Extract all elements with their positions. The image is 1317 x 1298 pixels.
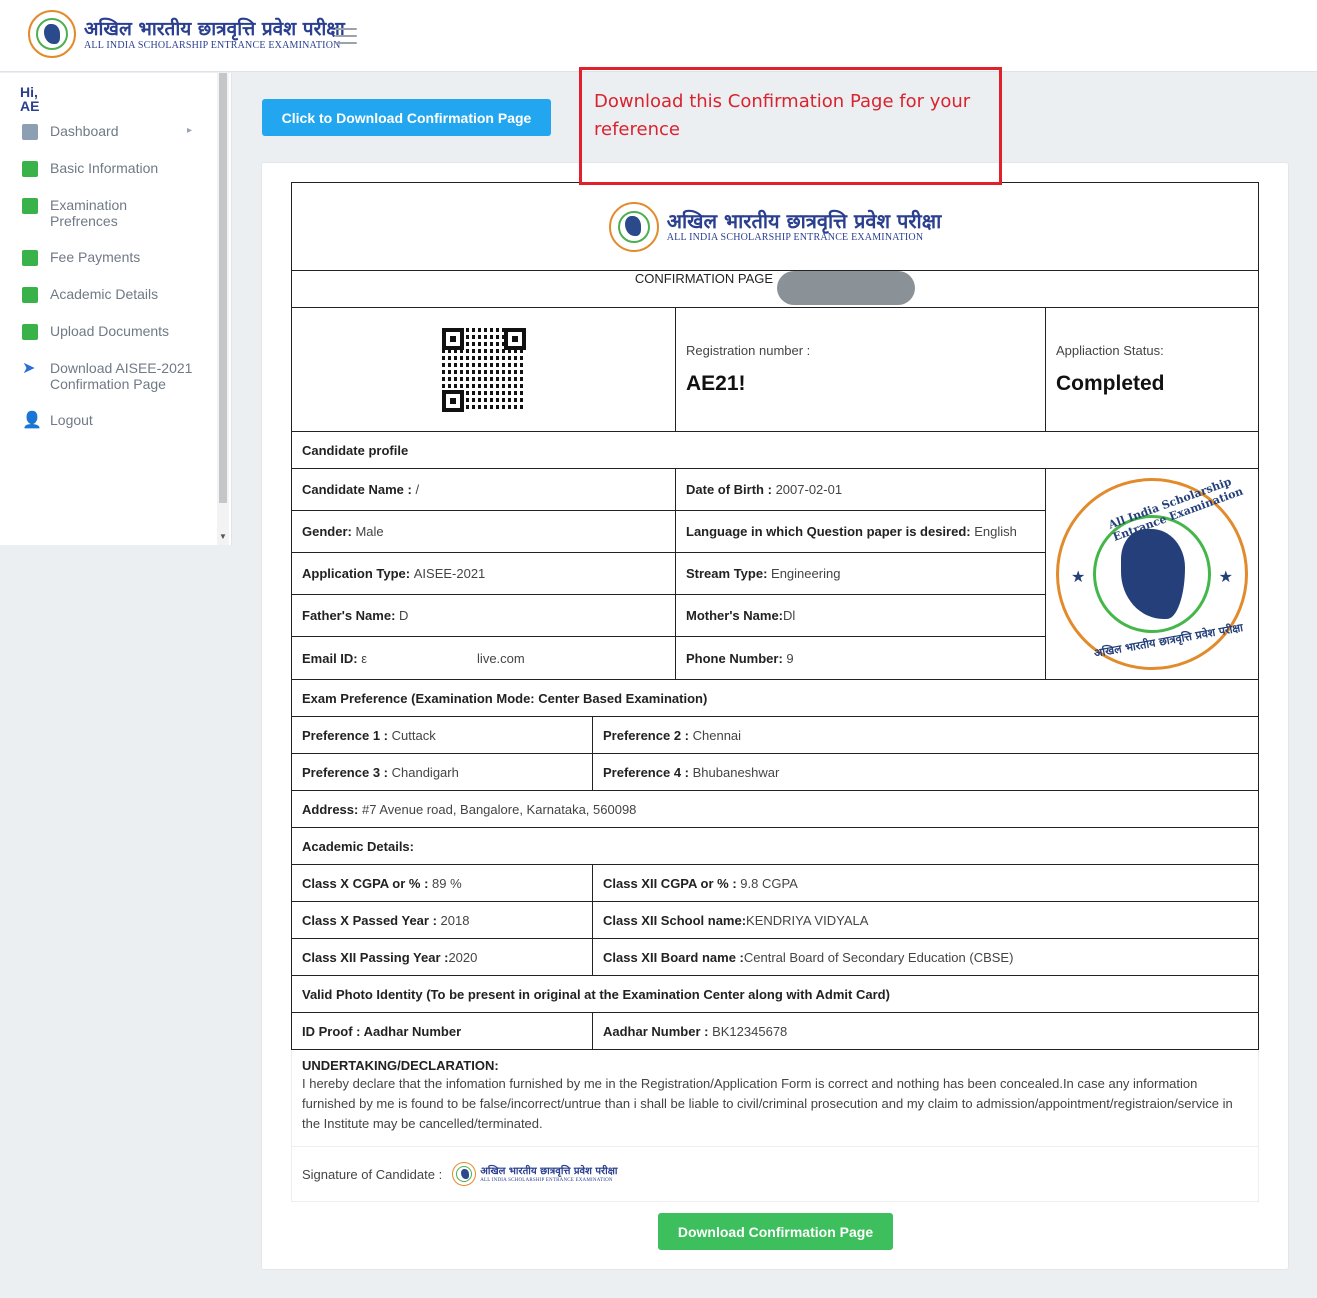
star-icon: ★ xyxy=(1218,569,1233,586)
sidebar-item-fee-payments[interactable]: Fee Payments xyxy=(22,249,212,286)
profile-row: Application Type: AISEE-2021 Stream Type… xyxy=(292,553,1046,595)
sidebar-item-upload-documents[interactable]: Upload Documents xyxy=(22,323,212,360)
download-confirmation-button-top[interactable]: Click to Download Confirmation Page xyxy=(262,99,551,136)
annotation-callout: Download this Confirmation Page for your… xyxy=(579,67,1002,185)
sidebar-item-label: Download AISEE-2021 Confirmation Page xyxy=(50,360,193,392)
candidate-profile: Candidate Name : / Date of Birth : 2007-… xyxy=(291,469,1259,680)
academic-details-heading: Academic Details: xyxy=(291,828,1259,865)
sidebar-nav: Dashboard ▸ Basic Information Examinatio… xyxy=(22,123,212,449)
qr-code-icon xyxy=(441,327,526,412)
sidebar-item-label: Academic Details xyxy=(50,286,159,302)
paper-plane-icon: ➤ xyxy=(22,360,36,377)
site-logo[interactable]: अखिल भारतीय छात्रवृत्ति प्रवेश परीक्षा A… xyxy=(28,10,345,58)
square-icon xyxy=(22,161,38,177)
square-icon xyxy=(22,250,38,266)
square-icon xyxy=(22,324,38,340)
download-confirmation-button-bottom[interactable]: Download Confirmation Page xyxy=(658,1213,893,1250)
profile-row: Candidate Name : / Date of Birth : 2007-… xyxy=(292,469,1046,511)
sidebar: Hi, AE Dashboard ▸ Basic Information Exa… xyxy=(0,73,232,545)
redacted-block xyxy=(777,271,916,305)
emblem-icon xyxy=(28,10,76,58)
sidebar-item-label: Examination Prefrences xyxy=(50,197,128,229)
brand-title-english: ALL INDIA SCHOLARSHIP ENTRANCE EXAMINATI… xyxy=(84,39,341,51)
academic-row: Class X Passed Year : 2018 Class XII Sch… xyxy=(291,902,1259,939)
academic-row: Class X CGPA or % : 89 % Class XII CGPA … xyxy=(291,865,1259,902)
declaration-title: UNDERTAKING/DECLARATION: xyxy=(302,1058,499,1073)
scroll-down-icon[interactable]: ▼ xyxy=(219,532,227,541)
signature-emblem-icon xyxy=(452,1162,477,1186)
academic-row: Class XII Passing Year :2020 Class XII B… xyxy=(291,939,1259,976)
declaration: UNDERTAKING/DECLARATION: I hereby declar… xyxy=(291,1050,1259,1146)
sidebar-item-label: Basic Information xyxy=(50,160,159,176)
square-icon xyxy=(22,287,38,303)
menu-toggle-icon[interactable] xyxy=(335,28,357,44)
signature-row: Signature of Candidate : अखिल भारतीय छात… xyxy=(291,1146,1259,1202)
profile-row: Gender: Male Language in which Question … xyxy=(292,511,1046,553)
doc-brand-english: ALL INDIA SCHOLARSHIP ENTRANCE EXAMINATI… xyxy=(666,232,924,243)
address-row: Address: #7 Avenue road, Bangalore, Karn… xyxy=(291,791,1259,828)
signature-label: Signature of Candidate : xyxy=(302,1166,443,1182)
chevron-right-icon: ▸ xyxy=(186,125,192,136)
registration-number-label: Registration number : xyxy=(686,343,811,358)
star-icon: ★ xyxy=(1071,569,1086,586)
declaration-text: I hereby declare that the infomation fur… xyxy=(302,1076,1233,1131)
top-header: अखिल भारतीय छात्रवृत्ति प्रवेश परीक्षा A… xyxy=(0,0,1317,72)
scholarship-seal: ★ ★ All India Scholarship Entrance Exami… xyxy=(1056,475,1248,670)
sidebar-item-label: Logout xyxy=(50,412,93,428)
confirmation-page-heading: CONFIRMATION PAGE xyxy=(291,271,1259,308)
application-status-cell: Appliaction Status: Completed xyxy=(1046,308,1258,431)
exam-preference-heading: Exam Preference (Examination Mode: Cente… xyxy=(291,680,1259,717)
user-greeting: Hi, AE xyxy=(20,84,40,114)
sidebar-item-logout[interactable]: 👤 Logout xyxy=(22,412,212,449)
sidebar-item-examination-prefrences[interactable]: Examination Prefrences xyxy=(22,197,142,249)
application-status-label: Appliaction Status: xyxy=(1056,343,1164,358)
confirmation-document: अखिल भारतीय छात्रवृत्ति प्रवेश परीक्षा A… xyxy=(291,182,1259,1202)
dashboard-icon xyxy=(22,124,38,140)
doc-brand-hindi: अखिल भारतीय छात्रवृत्ति प्रवेश परीक्षा xyxy=(666,209,942,233)
photo-identity-heading: Valid Photo Identity (To be present in o… xyxy=(291,976,1259,1013)
sidebar-scrollbar[interactable]: ▼ xyxy=(217,73,229,545)
sidebar-item-academic-details[interactable]: Academic Details xyxy=(22,286,212,323)
document-header: अखिल भारतीय छात्रवृत्ति प्रवेश परीक्षा A… xyxy=(291,182,1259,271)
sidebar-item-label: Upload Documents xyxy=(50,323,170,339)
application-status-value: Completed xyxy=(1056,372,1165,395)
preference-row: Preference 1 : Cuttack Preference 2 : Ch… xyxy=(291,717,1259,754)
brand-title-hindi: अखिल भारतीय छात्रवृत्ति प्रवेश परीक्षा xyxy=(84,17,345,40)
sidebar-item-dashboard[interactable]: Dashboard ▸ xyxy=(22,123,212,160)
registration-row: Registration number : AE21! Appliaction … xyxy=(291,308,1259,432)
registration-number-cell: Registration number : AE21! xyxy=(676,308,1046,431)
sidebar-item-download-confirmation[interactable]: ➤ Download AISEE-2021 Confirmation Page xyxy=(22,360,212,412)
sidebar-item-label: Dashboard xyxy=(50,123,119,139)
registration-number-value: AE21! xyxy=(686,372,746,395)
sidebar-item-basic-information[interactable]: Basic Information xyxy=(22,160,212,197)
preference-row: Preference 3 : Chandigarh Preference 4 :… xyxy=(291,754,1259,791)
profile-row: Email ID: ε live.com Phone Number: 9 xyxy=(292,637,1046,679)
profile-row: Father's Name: D Mother's Name: Dl xyxy=(292,595,1046,637)
square-icon xyxy=(22,198,38,214)
id-proof-row: ID Proof : Aadhar Number Aadhar Number :… xyxy=(291,1013,1259,1050)
emblem-icon xyxy=(608,201,659,252)
candidate-profile-heading: Candidate profile xyxy=(291,432,1259,469)
user-icon: 👤 xyxy=(22,412,42,429)
seal-cell: ★ ★ All India Scholarship Entrance Exami… xyxy=(1046,469,1258,679)
sidebar-item-label: Fee Payments xyxy=(50,249,141,265)
qr-code-cell xyxy=(292,308,676,431)
